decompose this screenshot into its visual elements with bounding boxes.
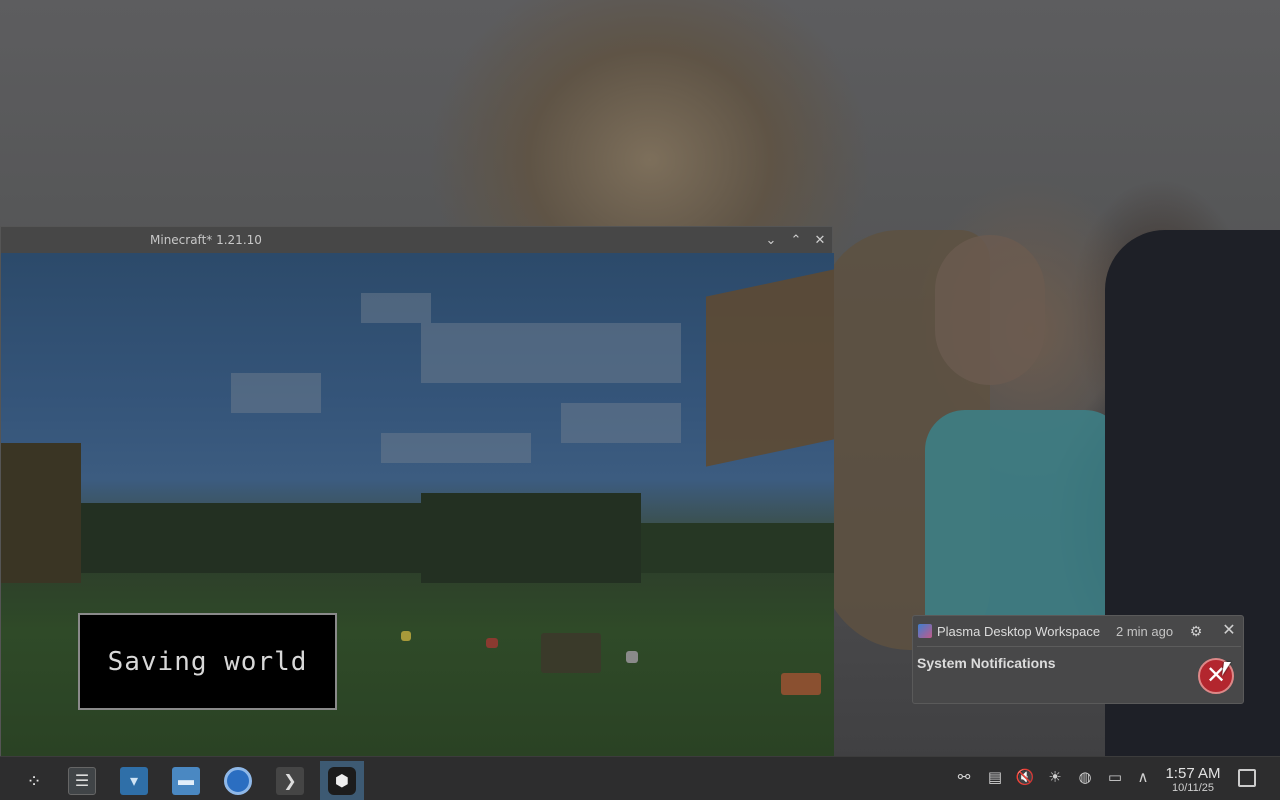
globe-icon [224,767,252,795]
shopping-bag-icon: ▾ [120,767,148,795]
plasma-icon [918,624,932,638]
clock-time[interactable]: 1:57 AM [1160,765,1226,782]
network-icon[interactable]: ◍ [1075,767,1095,789]
task-terminal[interactable]: ❯ [268,761,312,800]
saving-world-overlay: Saving world [78,613,337,710]
saving-world-text: Saving world [107,646,308,677]
cloud [561,403,681,443]
task-minecraft[interactable]: ⬢ [320,761,364,800]
clock-date[interactable]: 10/11/25 [1160,782,1226,794]
close-button[interactable]: ✕ [812,232,828,248]
flower [626,651,638,663]
game-viewport[interactable]: Saving world [1,253,834,757]
notification-app-name: Plasma Desktop Workspace [937,624,1101,639]
cube-icon: ⬢ [328,767,356,795]
window-title: Minecraft* 1.21.10 [150,233,262,247]
taskbar: ⁘ ☰ ▾ ▬ ❯ ⬢ ⚯ ▤ 🔇 ☀ ◍ ▭ ∧ 1:57 AM 10/11/… [0,756,1280,800]
notification-time: 2 min ago [1116,624,1174,639]
cloud [381,433,531,463]
folder-icon: ▬ [172,767,200,795]
treeline [421,493,641,583]
divider [917,646,1241,647]
minecraft-window[interactable]: Minecraft* 1.21.10 ⌄ ⌃ ✕ Saving world [0,226,834,757]
flower [486,638,498,648]
sliders-icon: ☰ [68,767,96,795]
flower [401,631,411,641]
cloud [361,293,431,323]
dirt-patch [541,633,601,673]
village-house [1,443,81,583]
configure-icon[interactable]: ⚙ [1186,621,1206,641]
notification-close-button[interactable]: ✕ [1219,621,1239,641]
cloud [421,323,681,383]
tray-expand-icon[interactable]: ∧ [1133,767,1153,789]
wallpaper-face [935,235,1045,385]
show-desktop-button[interactable] [1238,769,1256,787]
clipboard-icon[interactable]: ▤ [985,767,1005,789]
minimize-button[interactable]: ⌄ [763,232,779,248]
maximize-button[interactable]: ⌃ [788,232,804,248]
brightness-icon[interactable]: ☀ [1045,767,1065,789]
task-web-browser[interactable] [216,761,260,800]
task-discover[interactable]: ▾ [112,761,156,800]
treeline [641,523,834,573]
flower [781,673,821,695]
notification-title: System Notifications [917,655,1056,671]
terminal-icon: ❯ [276,767,304,795]
display-icon[interactable]: ▭ [1105,767,1125,789]
treeline [81,503,421,573]
wallpaper-shirt [925,410,1125,630]
application-launcher[interactable]: ⁘ [12,761,56,800]
notification-popup[interactable]: Plasma Desktop Workspace 2 min ago ⚙ ✕ S… [912,615,1244,704]
kdeconnect-icon[interactable]: ⚯ [954,767,974,789]
volume-muted-icon[interactable]: 🔇 [1015,767,1035,789]
launcher-icon: ⁘ [26,770,42,791]
task-system-settings[interactable]: ☰ [60,761,104,800]
task-file-manager[interactable]: ▬ [164,761,208,800]
window-titlebar[interactable]: Minecraft* 1.21.10 ⌄ ⌃ ✕ [1,227,832,253]
wooden-block [706,269,834,467]
cloud [231,373,321,413]
